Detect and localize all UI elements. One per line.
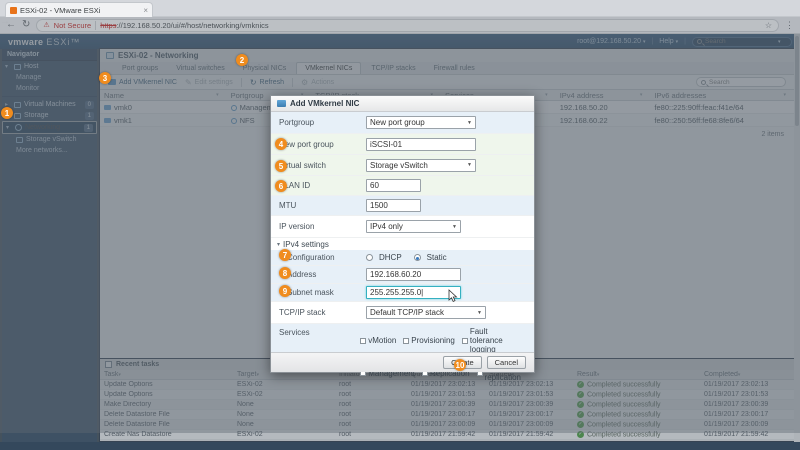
chevron-down-icon: ▼ bbox=[467, 162, 472, 168]
static-radio[interactable] bbox=[413, 254, 421, 261]
browser-toolbar: ← → ↻ ⚠ Not Secure https://192.168.50.20… bbox=[0, 17, 800, 433]
address-input[interactable]: 192.168.60.20 bbox=[366, 268, 461, 281]
callout-1: 1 bbox=[1, 107, 13, 119]
ipv4-settings-section[interactable]: ▾ IPv4 settings bbox=[271, 238, 534, 250]
chevron-down-icon: ▼ bbox=[477, 309, 482, 316]
browser-tab[interactable]: ESXi-02 - VMware ESXi × bbox=[5, 2, 153, 17]
tab-close-icon[interactable]: × bbox=[143, 6, 148, 15]
chevron-down-icon: ▼ bbox=[452, 223, 457, 230]
portgroup-select[interactable]: New port group ▼ bbox=[366, 116, 476, 129]
dialog-footer: Create Cancel bbox=[271, 352, 534, 372]
callout-4: 4 bbox=[275, 138, 287, 150]
ip-version-label: IP version bbox=[279, 222, 315, 231]
vlan-id-input[interactable]: 60 bbox=[366, 179, 421, 192]
callout-2: 2 bbox=[236, 54, 248, 66]
dhcp-label: DHCP bbox=[379, 253, 402, 262]
tcpip-stack-label: TCP/IP stack bbox=[279, 308, 326, 317]
mouse-cursor bbox=[448, 289, 458, 303]
browser-tabbar: ESXi-02 - VMware ESXi × bbox=[0, 0, 800, 17]
chevron-down-icon: ▾ bbox=[277, 241, 281, 248]
static-label: Static bbox=[426, 253, 447, 262]
subnet-mask-input[interactable]: 255.255.255.0 | bbox=[366, 286, 461, 299]
callout-10: 10 bbox=[454, 359, 466, 371]
fault-tolerance-checkbox[interactable] bbox=[461, 337, 468, 344]
mtu-label: MTU bbox=[279, 201, 297, 210]
dialog-title: Add VMkernel NIC bbox=[271, 96, 534, 112]
chevron-down-icon: ▼ bbox=[467, 119, 472, 126]
ip-version-select[interactable]: IPv4 only ▼ bbox=[366, 220, 461, 233]
new-portgroup-input[interactable]: iSCSI-01 bbox=[366, 137, 476, 151]
mtu-input[interactable]: 1500 bbox=[366, 199, 421, 212]
vmotion-checkbox[interactable] bbox=[360, 337, 367, 344]
add-vmkernel-nic-dialog: Add VMkernel NIC Portgroup New port grou… bbox=[270, 95, 535, 382]
callout-8: 8 bbox=[279, 267, 291, 279]
callout-9: 9 bbox=[279, 285, 291, 297]
cancel-button[interactable]: Cancel bbox=[486, 356, 526, 369]
callout-7: 7 bbox=[279, 249, 291, 261]
screen: ESXi-02 - VMware ESXi × ← → ↻ ⚠ Not Secu… bbox=[0, 0, 800, 450]
provisioning-checkbox[interactable] bbox=[403, 337, 410, 344]
portgroup-label: Portgroup bbox=[279, 118, 315, 127]
callout-3: 3 bbox=[99, 72, 111, 84]
tcpip-stack-select[interactable]: Default TCP/IP stack ▼ bbox=[366, 306, 486, 319]
virtual-switch-select[interactable]: Storage vSwitch ▼ bbox=[366, 158, 476, 172]
dhcp-radio[interactable] bbox=[366, 254, 373, 261]
tab-title: ESXi-02 - VMware ESXi bbox=[20, 5, 101, 15]
vmkernel-nic-icon bbox=[277, 100, 286, 107]
esxi-page: vmware ESXi™ root@192.168.50.20 ▾ | Help… bbox=[0, 34, 800, 450]
favicon-icon bbox=[10, 6, 17, 14]
callout-6: 6 bbox=[275, 180, 287, 192]
callout-5: 5 bbox=[275, 160, 287, 172]
